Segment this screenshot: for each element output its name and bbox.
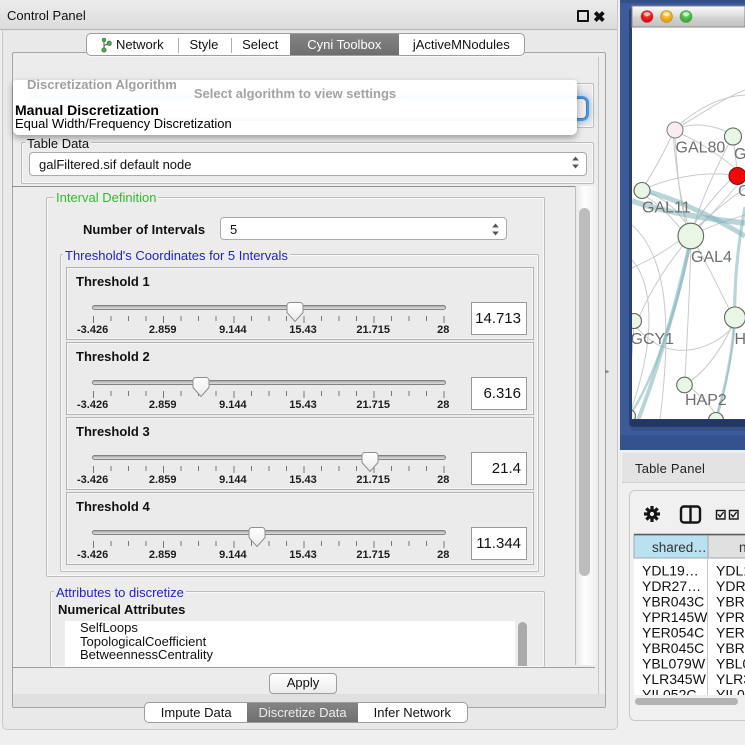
svg-text:GA: GA <box>734 146 745 163</box>
svg-text:GCY1: GCY1 <box>631 331 675 348</box>
svg-text:YBL0: YBL0 <box>716 656 745 672</box>
svg-text:H: H <box>735 331 745 348</box>
svg-text:YBR0: YBR0 <box>716 640 745 656</box>
svg-text:n: n <box>739 540 745 555</box>
svg-text:YDR2: YDR2 <box>716 578 745 594</box>
svg-text:YER054C: YER054C <box>642 625 704 641</box>
svg-text:YLR3: YLR3 <box>716 671 745 687</box>
svg-text:GAL11: GAL11 <box>642 200 691 217</box>
svg-text:shared…: shared… <box>652 540 707 555</box>
svg-text:YBR045C: YBR045C <box>642 640 704 656</box>
svg-text:YBR0: YBR0 <box>716 594 745 610</box>
svg-text:YDL1: YDL1 <box>716 563 745 579</box>
svg-text:YBL079W: YBL079W <box>642 656 706 672</box>
svg-text:YER0: YER0 <box>716 625 745 641</box>
svg-text:YBR043C: YBR043C <box>642 594 704 610</box>
svg-text:HAP2: HAP2 <box>685 392 727 409</box>
svg-text:YDR27…: YDR27… <box>642 578 701 594</box>
svg-text:C: C <box>738 183 745 200</box>
svg-text:GAL80: GAL80 <box>676 140 726 157</box>
svg-text:GAL4: GAL4 <box>691 249 732 266</box>
svg-text:YDL19…: YDL19… <box>642 563 699 579</box>
svg-text:YLR345W: YLR345W <box>642 671 707 687</box>
svg-text:YPR1: YPR1 <box>716 609 745 625</box>
svg-text:YPR145W: YPR145W <box>642 609 708 625</box>
